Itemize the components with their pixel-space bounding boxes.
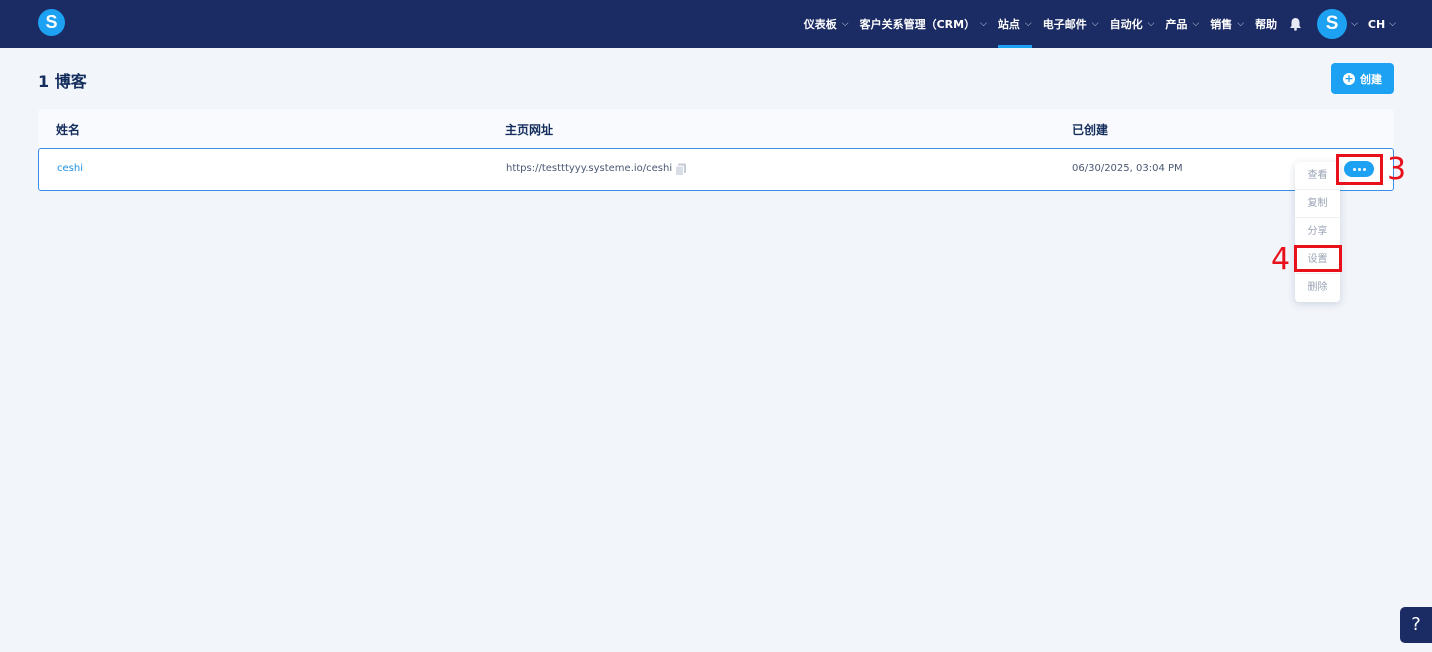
nav-label-email: 电子邮件: [1042, 18, 1087, 31]
language-selector[interactable]: CH ⌵: [1368, 18, 1396, 31]
nav-label-products: 产品: [1165, 18, 1188, 31]
chevron-down-icon: ⌵: [841, 19, 849, 29]
table-row: ceshi https://testttyyy.systeme.io/ceshi…: [38, 148, 1394, 191]
user-avatar[interactable]: S: [1317, 9, 1348, 39]
nav-item-automation[interactable]: 自动化 ⌵: [1110, 0, 1155, 48]
annotation-label-step3: 3: [1387, 152, 1407, 187]
table-header: 姓名 主页网址 已创建: [38, 109, 1394, 149]
chevron-down-icon: ⌵: [1147, 19, 1155, 29]
chevron-down-icon: ⌵: [980, 19, 987, 29]
menu-item-view[interactable]: 查看: [1295, 162, 1340, 190]
language-label: CH: [1367, 17, 1386, 31]
nav-item-crm[interactable]: 客户关系管理（CRM） ⌵: [860, 0, 987, 48]
menu-item-delete[interactable]: 删除: [1295, 274, 1340, 302]
plus-circle-icon: +: [1343, 71, 1355, 85]
chevron-down-icon: ⌵: [1024, 19, 1032, 29]
annotation-box-step3: [1336, 154, 1383, 185]
nav-label-automation: 自动化: [1109, 18, 1143, 31]
actions-dropdown: 查看 复制 分享 设置 删除: [1295, 162, 1340, 302]
blog-url: https://testttyyy.systeme.io/ceshi: [506, 163, 673, 174]
copy-icon[interactable]: [675, 161, 687, 176]
nav-item-help[interactable]: 帮助: [1255, 0, 1277, 48]
nav-item-dashboard[interactable]: 仪表板 ⌵: [804, 0, 849, 48]
annotation-label-step4: 4: [1271, 242, 1291, 277]
systeme-logo[interactable]: S: [38, 9, 65, 36]
chevron-down-icon[interactable]: ⌵: [1351, 19, 1358, 29]
chevron-down-icon: ⌵: [1389, 19, 1396, 29]
main-nav: 仪表板 ⌵ 客户关系管理（CRM） ⌵ 站点 ⌵ 电子邮件 ⌵ 自动化 ⌵ 产品 ⌵ 销售 ⌵…: [793, 0, 1432, 48]
nav-label-sales: 销售: [1210, 18, 1233, 31]
chevron-down-icon: ⌵: [1091, 19, 1099, 29]
nav-label-crm: 客户关系管理（CRM）: [859, 18, 976, 31]
column-header-name: 姓名: [56, 123, 81, 137]
nav-label-sites: 站点: [997, 18, 1020, 31]
bell-icon[interactable]: [1289, 17, 1303, 31]
create-button[interactable]: + 创建: [1331, 63, 1394, 94]
top-nav-bar: S 仪表板 ⌵ 客户关系管理（CRM） ⌵ 站点 ⌵ 电子邮件 ⌵ 自动化 ⌵ 产品 ⌵ 销…: [0, 0, 1432, 48]
chevron-down-icon: ⌵: [1192, 19, 1200, 29]
nav-item-sites[interactable]: 站点 ⌵: [997, 0, 1032, 48]
nav-item-products[interactable]: 产品 ⌵: [1165, 0, 1199, 48]
menu-item-duplicate[interactable]: 复制: [1295, 190, 1340, 218]
create-button-label: 创建: [1360, 72, 1382, 86]
help-button[interactable]: ?: [1400, 607, 1432, 643]
nav-item-sales[interactable]: 销售 ⌵: [1210, 0, 1244, 48]
column-header-created: 已创建: [1072, 123, 1109, 137]
column-header-url: 主页网址: [505, 123, 554, 137]
menu-item-share[interactable]: 分享: [1295, 218, 1340, 246]
page-title: 1 博客: [38, 72, 87, 91]
nav-label-dashboard: 仪表板: [803, 18, 837, 31]
blog-created-date: 06/30/2025, 03:04 PM: [1072, 163, 1183, 174]
nav-label-help: 帮助: [1255, 18, 1278, 31]
annotation-box-step4: [1294, 245, 1342, 272]
chevron-down-icon: ⌵: [1237, 19, 1245, 29]
nav-item-email[interactable]: 电子邮件 ⌵: [1043, 0, 1099, 48]
blog-name-link[interactable]: ceshi: [57, 163, 83, 174]
